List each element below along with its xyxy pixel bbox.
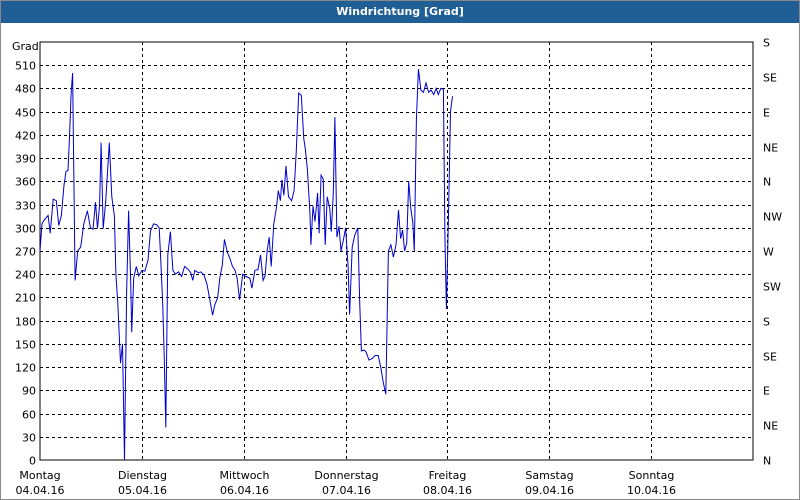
- right-axis: N NE E SE S SW W NW N NE E SE S: [763, 37, 782, 468]
- compass-label: SE: [763, 351, 777, 364]
- y-tick-label: 480: [15, 83, 36, 96]
- x-tick-date: 09.04.16: [525, 484, 574, 497]
- x-tick-day: Montag: [19, 469, 60, 482]
- x-tick-date: 10.04.16: [627, 484, 676, 497]
- compass-label: S: [763, 316, 770, 329]
- x-tick-group: Donnerstag 07.04.16: [314, 469, 378, 497]
- x-tick-group: Freitag 08.04.16: [423, 469, 472, 497]
- compass-label: SW: [763, 281, 781, 294]
- x-tick-group: Dienstag 05.04.16: [118, 469, 167, 497]
- x-tick-day: Dienstag: [118, 469, 167, 482]
- y-tick-label: 0: [29, 455, 36, 468]
- compass-label: E: [763, 107, 770, 120]
- x-tick-date: 06.04.16: [220, 484, 269, 497]
- compass-label: S: [763, 37, 770, 50]
- y-tick-label: 330: [15, 200, 36, 213]
- compass-label: NE: [763, 420, 778, 433]
- y-tick-label: 300: [15, 223, 36, 236]
- left-axis: 0 30 60 90 120 150 180 210 240 270 300 330 360 390 420…: [15, 60, 36, 468]
- compass-label: NW: [763, 211, 782, 224]
- y-tick-label: 240: [15, 269, 36, 282]
- x-tick-day: Freitag: [429, 469, 467, 482]
- compass-label: E: [763, 385, 770, 398]
- compass-label: N: [763, 176, 771, 189]
- x-axis: Montag 04.04.16 Dienstag 05.04.16 Mittwoch 06…: [16, 469, 676, 497]
- y-tick-label: 30: [22, 432, 36, 445]
- compass-label: SE: [763, 72, 777, 85]
- y-tick-label: 90: [22, 385, 36, 398]
- y-tick-label: 60: [22, 409, 36, 422]
- y-tick-label: 390: [15, 153, 36, 166]
- x-tick-group: Sonntag 10.04.16: [627, 469, 676, 497]
- x-tick-date: 04.04.16: [16, 484, 65, 497]
- grid-lines: [40, 42, 753, 460]
- x-tick-date: 08.04.16: [423, 484, 472, 497]
- y-tick-label: 360: [15, 176, 36, 189]
- x-tick-day: Mittwoch: [220, 469, 270, 482]
- x-tick-group: Samstag 09.04.16: [525, 469, 574, 497]
- x-tick-day: Donnerstag: [314, 469, 378, 482]
- compass-label: N: [763, 455, 771, 468]
- y-tick-label: 150: [15, 339, 36, 352]
- x-tick-group: Mittwoch 06.04.16: [220, 469, 270, 497]
- compass-label: W: [763, 246, 774, 259]
- x-tick-group: Montag 04.04.16: [16, 469, 65, 497]
- y-tick-label: 270: [15, 246, 36, 259]
- wind-direction-chart: 0 30 60 90 120 150 180 210 240 270 300 330 360 390 420…: [12, 37, 782, 498]
- x-tick-day: Samstag: [525, 469, 573, 482]
- y-tick-label: 420: [15, 130, 36, 143]
- y-tick-label: 120: [15, 362, 36, 375]
- compass-label: NE: [763, 142, 778, 155]
- y-tick-label: 450: [15, 107, 36, 120]
- y-tick-label: 210: [15, 292, 36, 305]
- wind-direction-series-line: [39, 69, 453, 461]
- y-tick-label: 180: [15, 316, 36, 329]
- y-tick-label: 510: [15, 60, 36, 73]
- y-axis-label: Grad: [12, 40, 39, 53]
- x-tick-date: 07.04.16: [322, 484, 371, 497]
- x-tick-date: 05.04.16: [118, 484, 167, 497]
- x-tick-day: Sonntag: [629, 469, 675, 482]
